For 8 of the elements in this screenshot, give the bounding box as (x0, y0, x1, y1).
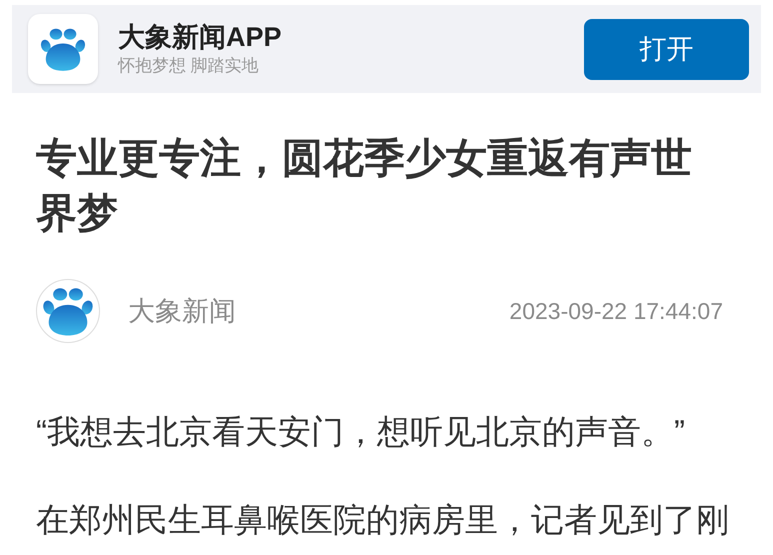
article-paragraph: 在郑州民生耳鼻喉医院的病房里，记者见到了刚 (36, 500, 730, 540)
open-button[interactable]: 打开 (584, 18, 749, 80)
app-name: 大象新闻APP (118, 21, 282, 54)
source-name: 大象新闻 (128, 294, 236, 328)
article-paragraph: “我想去北京看天安门，想听见北京的声音。” (36, 412, 686, 452)
app-slogan: 怀抱梦想 脚踏实地 (118, 55, 260, 77)
article-headline: 专业更专注，圆花季少女重返有声世界梦 (36, 134, 693, 238)
publish-time: 2023-09-22 17:44:07 (509, 296, 723, 326)
